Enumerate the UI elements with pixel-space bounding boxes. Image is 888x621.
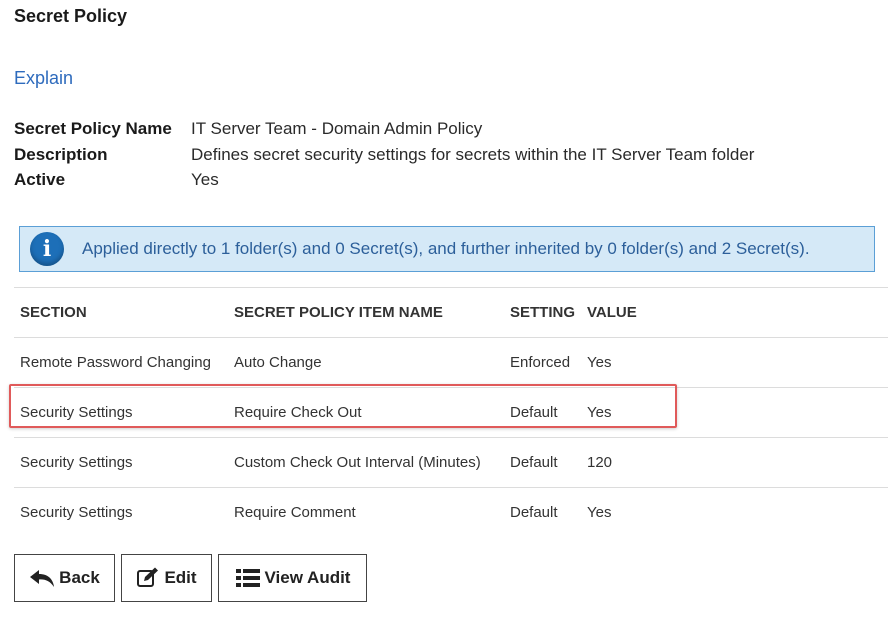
edit-label: Edit xyxy=(164,568,197,587)
highlight-box xyxy=(9,384,677,428)
explain-link[interactable]: Explain xyxy=(14,68,73,89)
header-setting[interactable]: SETTING xyxy=(510,304,575,321)
cell-section: Security Settings xyxy=(20,454,133,471)
list-icon xyxy=(235,569,260,587)
view-audit-button[interactable]: View Audit xyxy=(218,554,367,602)
policy-properties: Secret Policy Name IT Server Team - Doma… xyxy=(14,116,754,193)
edit-icon xyxy=(137,567,159,587)
cell-value: 120 xyxy=(587,454,613,471)
cell-item-name: Auto Change xyxy=(234,354,322,371)
cell-setting: Default xyxy=(510,504,558,521)
property-label: Description xyxy=(14,144,108,164)
edit-button[interactable]: Edit xyxy=(121,554,212,602)
table-header: SECTION SECRET POLICY ITEM NAME SETTING … xyxy=(14,287,888,337)
table-row[interactable]: Remote Password Changing Auto Change Enf… xyxy=(14,337,888,387)
property-row: Active Yes xyxy=(14,167,754,193)
header-section[interactable]: SECTION xyxy=(20,304,87,321)
property-label: Secret Policy Name xyxy=(14,119,172,138)
table-row[interactable]: Security Settings Custom Check Out Inter… xyxy=(14,437,888,487)
info-text: Applied directly to 1 folder(s) and 0 Se… xyxy=(82,239,810,258)
property-value: Defines secret security settings for sec… xyxy=(191,144,755,164)
property-value: IT Server Team - Domain Admin Policy xyxy=(191,119,483,138)
cell-setting: Enforced xyxy=(510,354,571,371)
cell-value: Yes xyxy=(587,504,612,521)
page-title: Secret Policy xyxy=(14,6,128,26)
header-item-name[interactable]: SECRET POLICY ITEM NAME xyxy=(234,304,443,321)
cell-value: Yes xyxy=(587,354,612,371)
property-row: Description Defines secret security sett… xyxy=(14,142,754,168)
header-value[interactable]: VALUE xyxy=(587,304,637,321)
back-label: Back xyxy=(59,568,100,587)
info-banner: i Applied directly to 1 folder(s) and 0 … xyxy=(19,226,875,272)
property-label: Active xyxy=(14,170,66,189)
table-row[interactable]: Security Settings Require Comment Defaul… xyxy=(14,487,888,537)
back-button[interactable]: Back xyxy=(14,554,115,602)
property-row: Secret Policy Name IT Server Team - Doma… xyxy=(14,116,754,142)
cell-section: Remote Password Changing xyxy=(20,354,211,371)
cell-setting: Default xyxy=(510,454,558,471)
cell-section: Security Settings xyxy=(20,504,133,521)
property-value: Yes xyxy=(191,170,219,189)
info-icon: i xyxy=(30,232,64,266)
cell-item-name: Require Comment xyxy=(234,504,356,521)
reply-arrow-icon xyxy=(30,570,55,587)
cell-item-name: Custom Check Out Interval (Minutes) xyxy=(234,454,481,471)
view-audit-label: View Audit xyxy=(264,568,351,587)
